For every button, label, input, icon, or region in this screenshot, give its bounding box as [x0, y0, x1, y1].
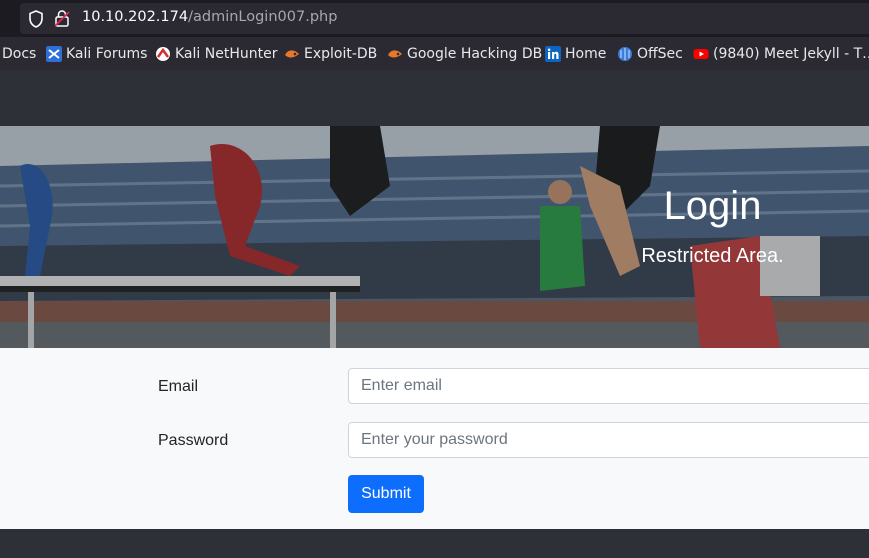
kali-nethunter-icon: [156, 47, 170, 61]
bookmark-label: Docs: [2, 46, 37, 62]
hero-banner: Login Restricted Area.: [0, 126, 869, 348]
bookmark-label: OffSec: [637, 46, 683, 62]
kali-forums-icon: [46, 46, 62, 62]
email-field[interactable]: [348, 368, 869, 404]
page-subtitle: Restricted Area.: [641, 245, 784, 267]
offsec-icon: [618, 47, 632, 61]
bookmark-label: Kali Forums: [66, 46, 148, 62]
url-host: 10.10.202.174: [82, 9, 189, 25]
bookmark-label: Kali NetHunter: [175, 46, 278, 62]
bookmarks-bar: Docs Kali Forums Kali NetHunter Exploit-…: [0, 37, 869, 70]
bookmark-label: Home: [565, 46, 607, 62]
password-label: Password: [158, 432, 229, 449]
login-form: Email Password Submit: [0, 348, 869, 529]
linkedin-icon: [545, 46, 561, 62]
email-label: Email: [158, 378, 199, 395]
bookmark-label: Google Hacking DB: [407, 46, 543, 62]
url-path: /adminLogin007.php: [188, 9, 338, 25]
bookmark-youtube[interactable]: (9840) Meet Jekyll - T…: [693, 44, 869, 64]
ghdb-icon: [388, 50, 402, 58]
bookmark-kali-forums[interactable]: Kali Forums: [46, 44, 147, 64]
bookmark-exploit-db[interactable]: Exploit-DB: [284, 44, 377, 64]
bookmark-offsec[interactable]: OffSec: [617, 44, 683, 64]
shield-icon[interactable]: [28, 10, 44, 28]
browser-toolbar: 10.10.202.174/adminLogin007.php: [0, 0, 869, 37]
page-navbar: [0, 70, 869, 126]
url-bar[interactable]: 10.10.202.174/adminLogin007.php: [20, 3, 869, 34]
page-title: Login: [663, 184, 762, 228]
bookmark-kali-nethunter[interactable]: Kali NetHunter: [155, 44, 277, 64]
password-field[interactable]: [348, 422, 869, 458]
youtube-icon: [693, 49, 709, 59]
insecure-lock-icon[interactable]: [54, 9, 70, 27]
bookmark-home[interactable]: Home: [545, 44, 606, 64]
hero-background-image: [0, 126, 869, 348]
exploit-db-icon: [285, 50, 299, 58]
bookmark-google-hacking-db[interactable]: Google Hacking DB: [387, 44, 542, 64]
submit-button[interactable]: Submit: [348, 475, 424, 513]
page-footer: [0, 529, 869, 558]
bookmark-docs[interactable]: Docs: [2, 44, 36, 64]
bookmark-label: Exploit-DB: [304, 46, 378, 62]
bookmark-label: (9840) Meet Jekyll - T…: [713, 46, 869, 62]
url-text[interactable]: 10.10.202.174/adminLogin007.php: [82, 9, 337, 25]
